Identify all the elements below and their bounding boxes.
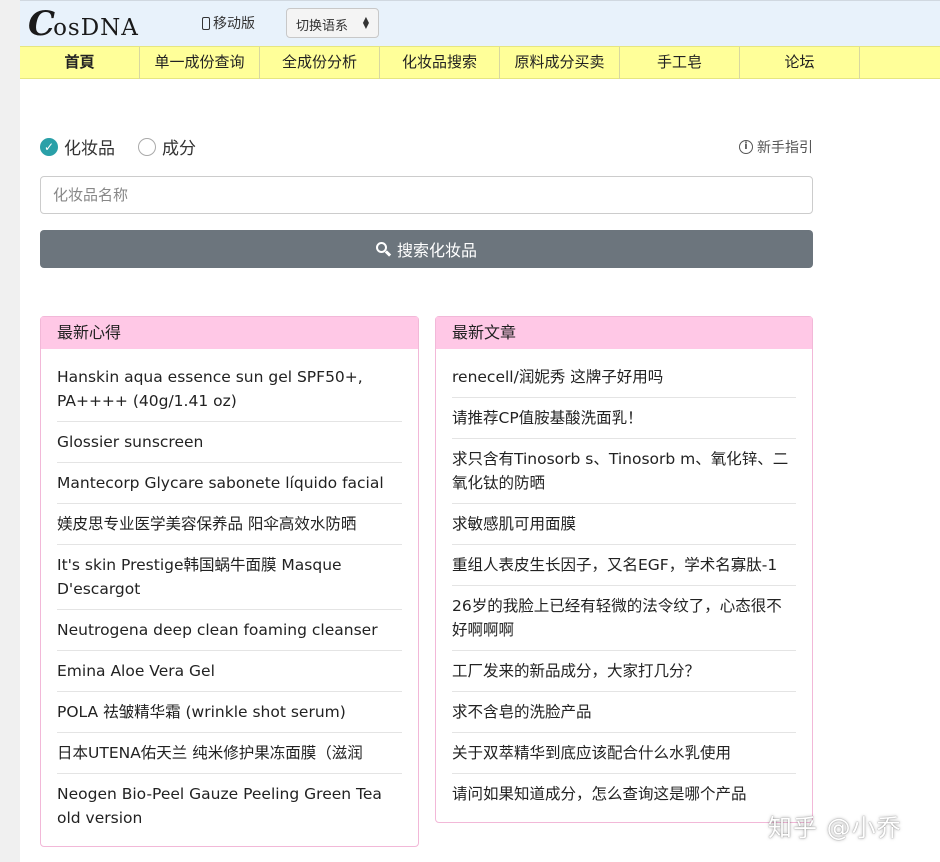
review-item[interactable]: POLA 祛皱精华霜 (wrinkle shot serum) [57, 692, 402, 733]
latest-articles-title: 最新文章 [436, 317, 812, 349]
language-select[interactable]: 切换语系 ▲ ▼ [286, 8, 379, 38]
review-item[interactable]: Neogen Bio-Peel Gauze Peeling Green Tea … [57, 774, 402, 838]
article-item[interactable]: 26岁的我脸上已经有轻微的法令纹了，心态很不好啊啊啊 [452, 586, 796, 651]
cosmetic-name-input[interactable] [40, 176, 813, 214]
language-select-value: 切换语系 [296, 19, 349, 34]
review-item[interactable]: Neutrogena deep clean foaming cleanser [57, 610, 402, 651]
article-item[interactable]: 请推荐CP值胺基酸洗面乳！ [452, 398, 796, 439]
nav-home[interactable]: 首頁 [20, 47, 140, 79]
nav-full-analysis[interactable]: 全成份分析 [260, 47, 380, 79]
nav-filler [860, 47, 940, 78]
beginner-guide-label: 新手指引 [757, 140, 813, 156]
search-button-label: 搜索化妆品 [396, 241, 477, 260]
article-item[interactable]: 求敏感肌可用面膜 [452, 504, 796, 545]
search-cosmetic-button[interactable]: 搜索化妆品 [40, 230, 813, 268]
mobile-version-label: 移动版 [213, 16, 255, 32]
beginner-guide-link[interactable]: i 新手指引 [739, 137, 813, 157]
review-item[interactable]: 日本UTENA佑天兰 纯米修护果冻面膜（滋润 [57, 733, 402, 774]
search-type-row: ✓ 化妆品 成分 i 新手指引 [40, 134, 813, 159]
article-item[interactable]: 求不含皂的洗脸产品 [452, 692, 796, 733]
nav-cosmetic-search[interactable]: 化妆品搜索 [380, 47, 500, 79]
latest-articles-list: renecell/润妮秀 这牌子好用吗 请推荐CP值胺基酸洗面乳！ 求只含有Ti… [436, 349, 812, 814]
page-left-edge [0, 0, 20, 862]
nav-handmade-soap[interactable]: 手工皂 [620, 47, 740, 79]
radio-checked-icon: ✓ [40, 137, 58, 156]
review-item[interactable]: Emina Aloe Vera Gel [57, 651, 402, 692]
nav-forum[interactable]: 论坛 [740, 47, 860, 79]
logo-initial: C [28, 4, 56, 44]
article-item[interactable]: 工厂发来的新品成分，大家打几分？ [452, 651, 796, 692]
article-item[interactable]: renecell/润妮秀 这牌子好用吗 [452, 357, 796, 398]
article-item[interactable]: 求只含有Tinosorb s、Tinosorb m、氧化锌、二氧化钛的防晒 [452, 439, 796, 504]
latest-articles-card: 最新文章 renecell/润妮秀 这牌子好用吗 请推荐CP值胺基酸洗面乳！ 求… [435, 316, 813, 823]
cosdna-logo[interactable]: C osDNA [28, 5, 139, 41]
nav-ingredient-trade[interactable]: 原料成分买卖 [500, 47, 620, 79]
latest-reviews-card: 最新心得 Hanskin aqua essence sun gel SPF50+… [40, 316, 419, 847]
mobile-version-link[interactable]: 移动版 [202, 13, 255, 33]
review-item[interactable]: Mantecorp Glycare sabonete líquido facia… [57, 463, 402, 504]
select-caret-icon: ▲ ▼ [362, 15, 369, 30]
radio-ingredient[interactable]: 成分 [138, 134, 196, 159]
article-item[interactable]: 请问如果知道成分，怎么查询这是哪个产品 [452, 774, 796, 814]
review-item[interactable]: It's skin Prestige韩国蜗牛面膜 Masque D'escarg… [57, 545, 402, 610]
logo-text: osDNA [53, 15, 139, 41]
radio-ingredient-label: 成分 [162, 139, 196, 159]
nav-single-ingredient[interactable]: 单一成份查询 [140, 47, 260, 79]
radio-unchecked-icon [138, 137, 156, 156]
article-item[interactable]: 关于双萃精华到底应该配合什么水乳使用 [452, 733, 796, 774]
article-item[interactable]: 重组人表皮生长因子，又名EGF，学术名寡肽-1 [452, 545, 796, 586]
review-item[interactable]: Glossier sunscreen [57, 422, 402, 463]
zhihu-watermark: 知乎 @小乔 [768, 814, 902, 842]
latest-reviews-title: 最新心得 [41, 317, 418, 349]
radio-cosmetic[interactable]: ✓ 化妆品 [40, 134, 115, 159]
review-item[interactable]: 媄皮思专业医学美容保养品 阳伞高效水防晒 [57, 504, 402, 545]
radio-cosmetic-label: 化妆品 [64, 139, 115, 159]
main-nav: 首頁 单一成份查询 全成份分析 化妆品搜索 原料成分买卖 手工皂 论坛 [20, 46, 940, 79]
search-icon [375, 241, 392, 257]
top-header: C osDNA 移动版 切换语系 ▲ ▼ [20, 0, 940, 46]
mobile-phone-icon [202, 16, 210, 30]
review-item[interactable]: Hanskin aqua essence sun gel SPF50+, PA+… [57, 357, 402, 422]
info-icon: i [739, 140, 753, 154]
latest-reviews-list: Hanskin aqua essence sun gel SPF50+, PA+… [41, 349, 418, 838]
